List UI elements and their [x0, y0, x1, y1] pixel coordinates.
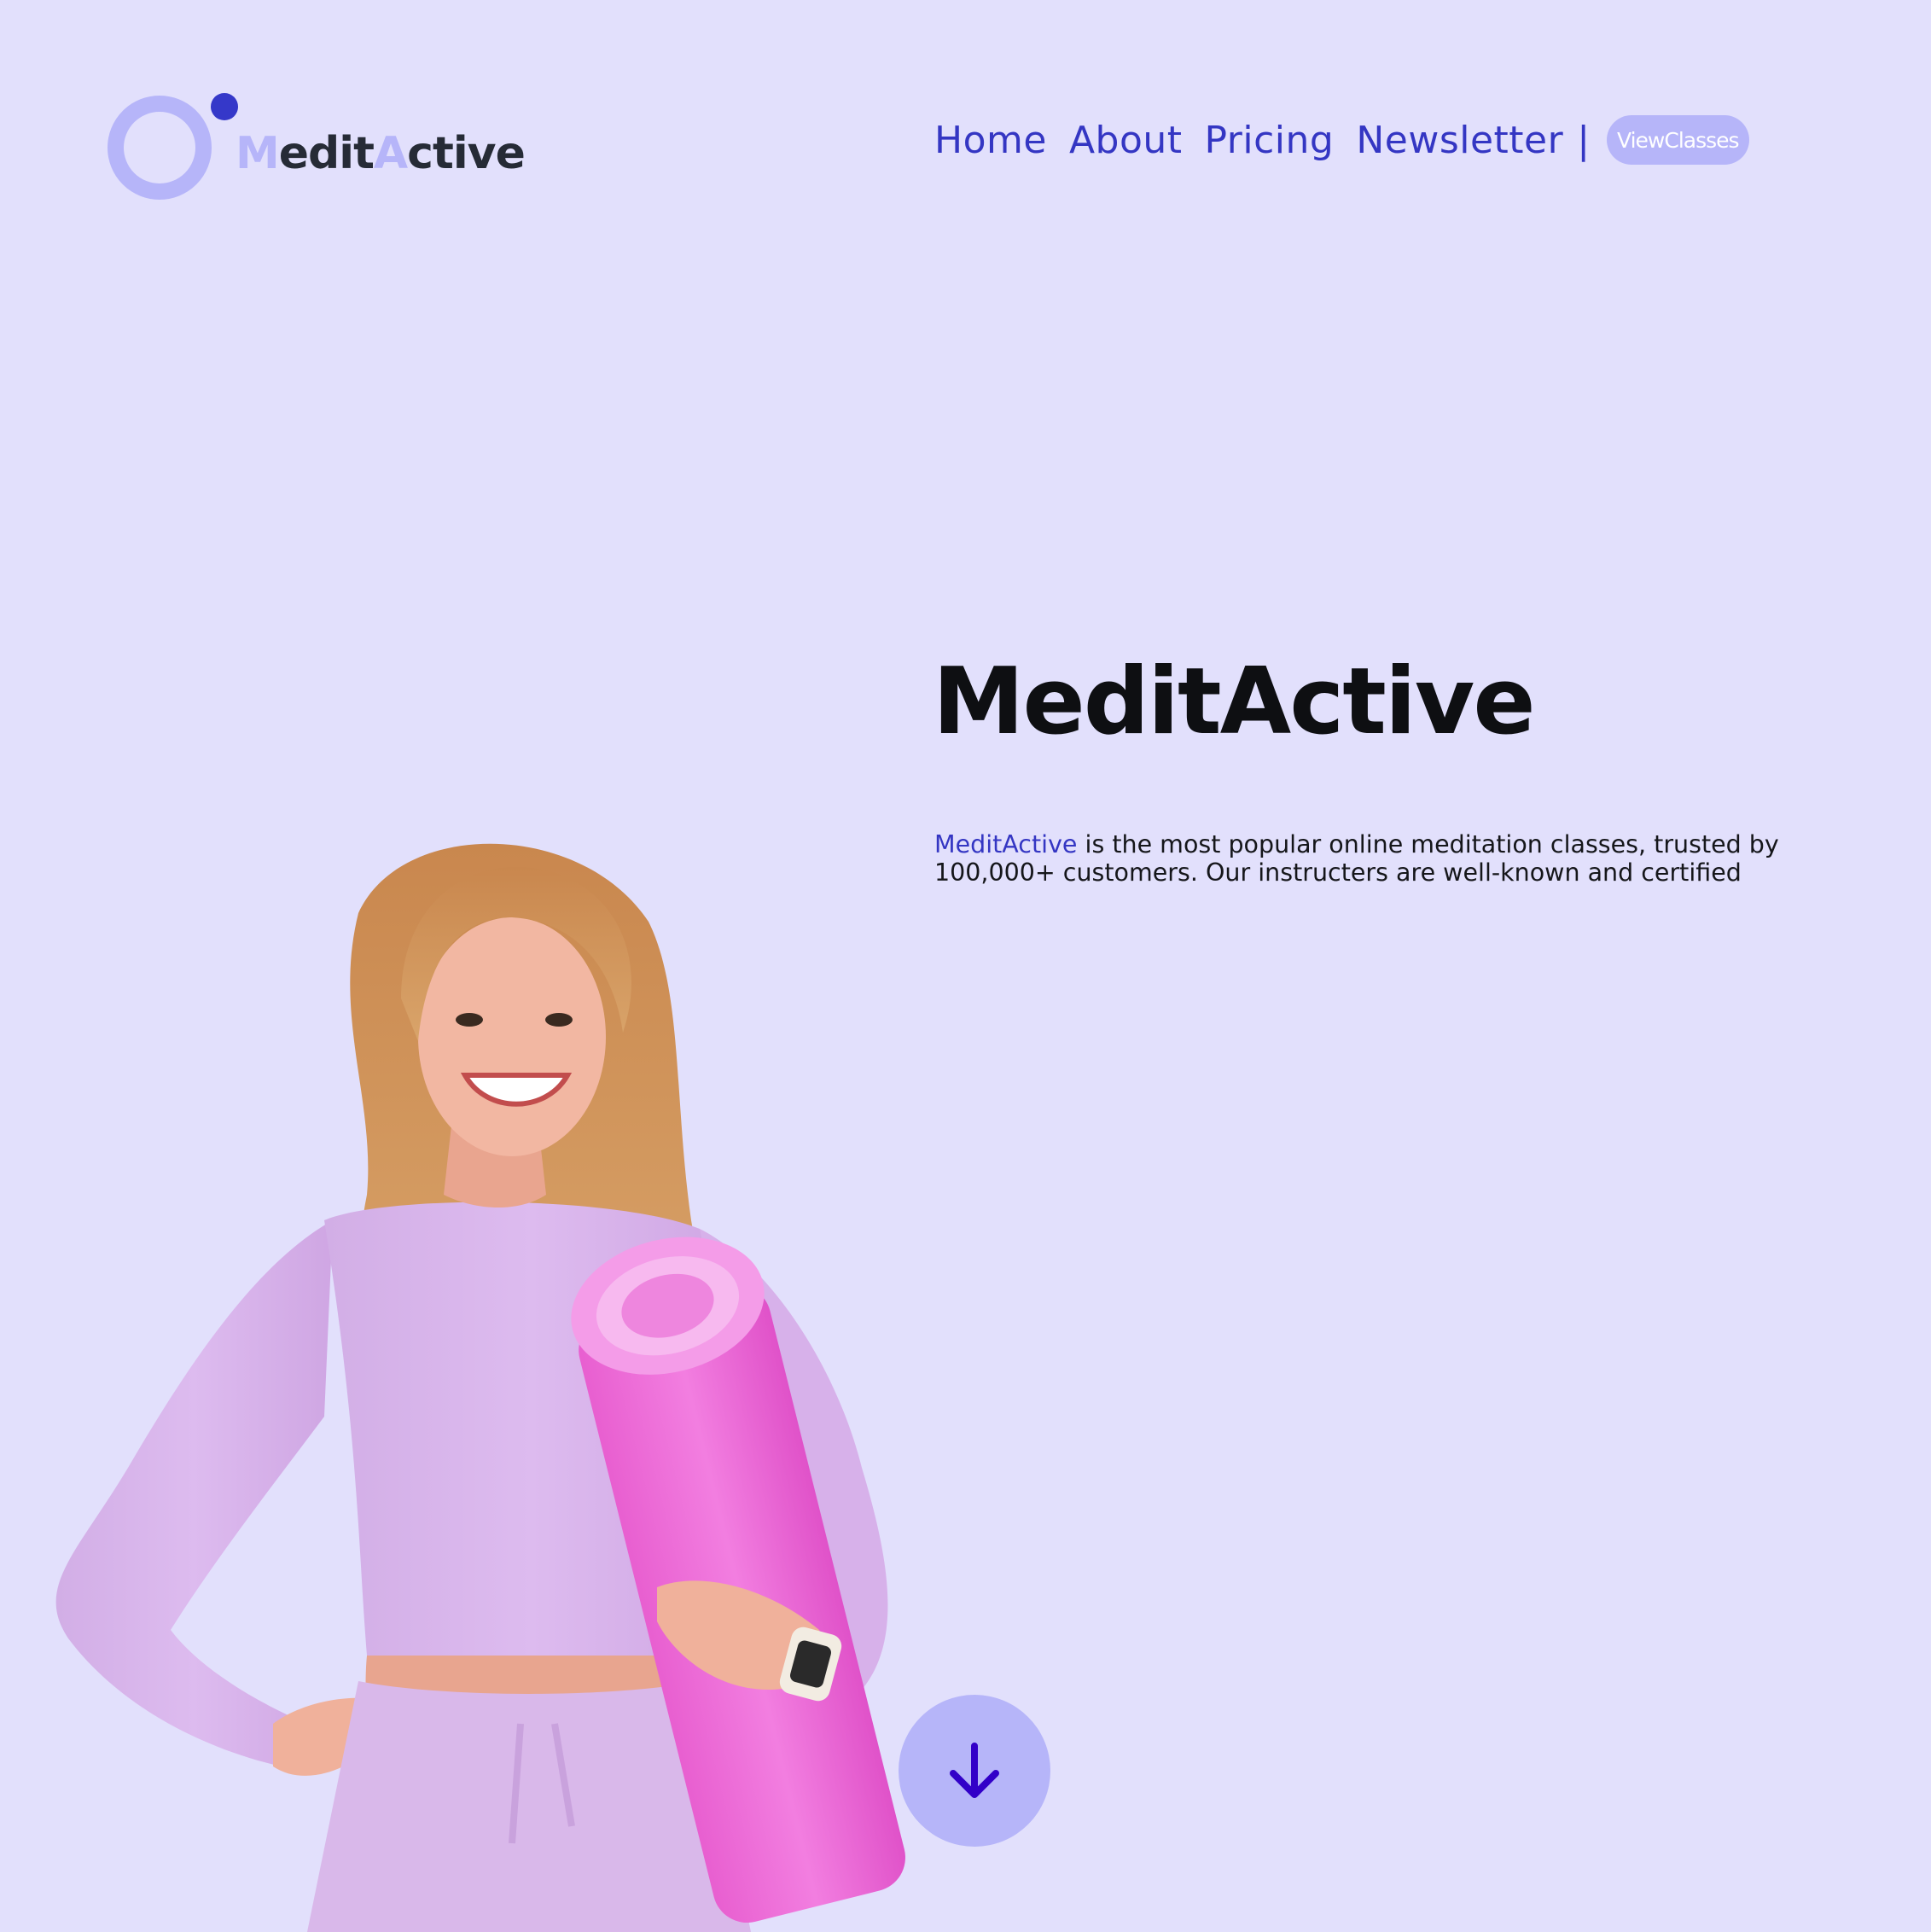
scroll-down-button[interactable] — [899, 1695, 1050, 1847]
hero-description-brand: MeditActive — [934, 830, 1078, 858]
landing-page: MeditActive Home About Pricing Newslette… — [0, 0, 1931, 1932]
main-nav: Home About Pricing Newsletter | ViewClas… — [934, 114, 1749, 166]
hero-photo-woman-yoga-mat — [55, 843, 905, 1932]
logo-letter-m: M — [236, 128, 280, 179]
arrow-down-icon — [950, 1743, 999, 1798]
logo-dot-icon — [211, 93, 238, 120]
view-classes-button[interactable]: ViewClasses — [1607, 115, 1749, 165]
logo-letter-a: A — [373, 128, 408, 179]
nav-about-link[interactable]: About — [1069, 119, 1183, 162]
nav-pricing-link[interactable]: Pricing — [1205, 119, 1335, 162]
logo-wordmark: MeditActive — [236, 128, 526, 179]
hero-description: MeditActive is the most popular online m… — [934, 830, 1890, 887]
logo-ring-icon — [108, 96, 212, 200]
nav-home-link[interactable]: Home — [934, 119, 1047, 162]
logo-part-ctive: ctive — [407, 128, 526, 179]
hero-title: MeditActive — [933, 649, 1536, 755]
logo-part-edit: edit — [278, 128, 375, 179]
brand-logo[interactable]: MeditActive — [108, 89, 526, 208]
nav-separator: | — [1577, 118, 1591, 162]
nav-newsletter-link[interactable]: Newsletter — [1356, 119, 1563, 162]
